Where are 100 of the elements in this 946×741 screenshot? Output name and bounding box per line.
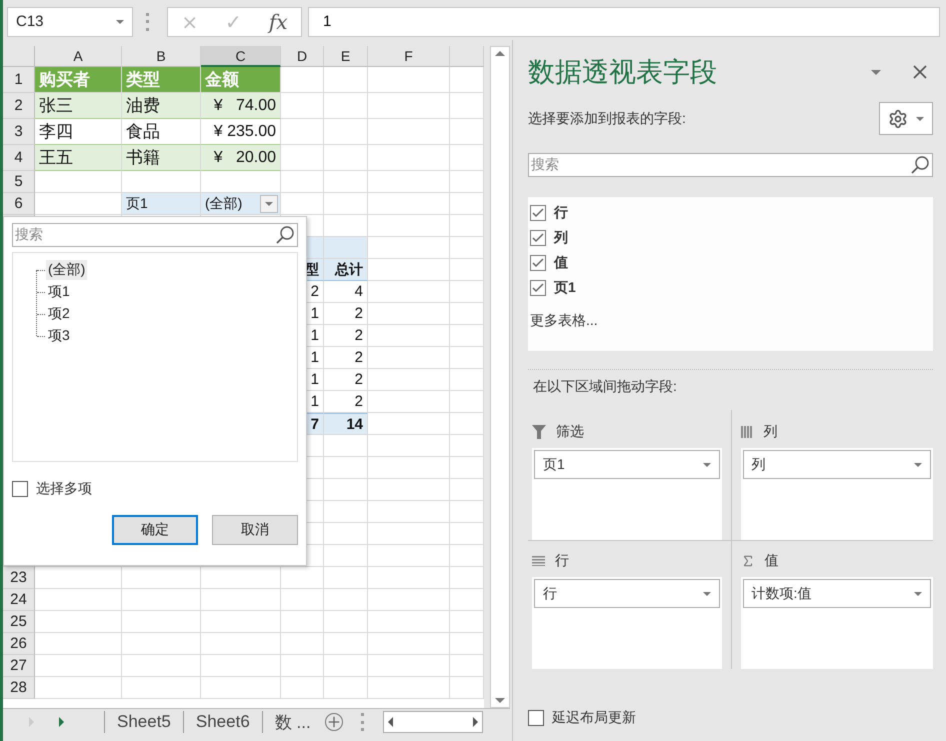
row-header[interactable]: 2 [3, 93, 35, 119]
empty-cell[interactable] [324, 567, 368, 589]
empty-cell[interactable] [324, 93, 368, 119]
add-sheet-icon[interactable] [324, 713, 343, 731]
sheet-tab[interactable]: Sheet5 [104, 711, 183, 733]
empty-cell[interactable] [450, 369, 484, 391]
empty-cell[interactable] [324, 545, 368, 567]
empty-cell[interactable] [368, 119, 450, 145]
empty-cell[interactable] [368, 193, 450, 215]
row-header[interactable]: 6 [3, 193, 35, 215]
empty-cell[interactable] [368, 347, 450, 369]
name-box[interactable]: C13 [7, 6, 133, 36]
empty-cell[interactable] [368, 545, 450, 567]
empty-cell[interactable] [450, 193, 484, 215]
empty-cell[interactable] [324, 171, 368, 193]
empty-cell[interactable] [281, 171, 324, 193]
empty-cell[interactable] [122, 677, 201, 699]
caret-icon[interactable] [871, 70, 881, 74]
row-header[interactable]: 27 [3, 655, 35, 677]
tree-item[interactable]: 项2 [46, 304, 72, 324]
field-chip[interactable]: 列 [742, 450, 931, 479]
empty-cell[interactable] [324, 67, 368, 93]
vertical-scrollbar[interactable] [490, 46, 510, 708]
empty-cell[interactable] [450, 237, 484, 259]
formula-field[interactable]: 1 [308, 6, 940, 36]
empty-cell[interactable] [122, 655, 201, 677]
empty-cell[interactable] [368, 457, 450, 479]
empty-cell[interactable] [450, 501, 484, 523]
column-header[interactable]: A [35, 46, 122, 67]
empty-cell[interactable] [324, 193, 368, 215]
empty-cell[interactable] [368, 281, 450, 303]
checkbox[interactable] [530, 204, 546, 220]
empty-cell[interactable] [368, 633, 450, 655]
tree-item[interactable]: 项1 [46, 282, 72, 302]
empty-cell[interactable] [450, 545, 484, 567]
empty-cell[interactable] [324, 589, 368, 611]
empty-cell[interactable] [201, 677, 281, 699]
row-header[interactable]: 5 [3, 171, 35, 193]
row-header[interactable]: 26 [3, 633, 35, 655]
empty-cell[interactable] [450, 67, 484, 93]
empty-cell[interactable] [368, 215, 450, 237]
empty-cell[interactable] [450, 325, 484, 347]
field-chip[interactable]: 页1 [534, 450, 720, 479]
empty-cell[interactable] [324, 479, 368, 501]
empty-cell[interactable] [450, 611, 484, 633]
empty-cell[interactable] [368, 479, 450, 501]
empty-cell[interactable] [324, 677, 368, 699]
empty-cell[interactable] [368, 501, 450, 523]
empty-cell[interactable] [450, 523, 484, 545]
empty-cell[interactable] [450, 171, 484, 193]
more-tables-link[interactable]: 更多表格... [530, 312, 931, 330]
column-header[interactable]: D [281, 46, 324, 67]
next-sheet-icon[interactable] [59, 717, 64, 727]
previous-sheet-icon[interactable] [29, 717, 34, 727]
empty-cell[interactable] [324, 119, 368, 145]
empty-cell[interactable] [450, 435, 484, 457]
empty-cell[interactable] [281, 119, 324, 145]
empty-cell[interactable] [450, 281, 484, 303]
empty-cell[interactable] [122, 567, 201, 589]
empty-cell[interactable] [450, 145, 484, 171]
empty-cell[interactable] [368, 523, 450, 545]
empty-cell[interactable] [450, 413, 484, 435]
row-header[interactable]: 1 [3, 67, 35, 93]
empty-cell[interactable] [450, 457, 484, 479]
insert-function-button[interactable]: fx [264, 10, 292, 34]
empty-cell[interactable] [450, 215, 484, 237]
sheet-tab[interactable]: 数 ... [262, 711, 323, 733]
row-header[interactable]: 3 [3, 119, 35, 145]
settings-button[interactable] [879, 102, 933, 135]
empty-cell[interactable] [201, 567, 281, 589]
field-chip[interactable]: 行 [534, 579, 720, 608]
empty-cell[interactable] [201, 589, 281, 611]
horizontal-scrollbar[interactable] [382, 711, 483, 733]
row-header[interactable]: 28 [3, 677, 35, 699]
empty-cell[interactable] [122, 589, 201, 611]
empty-cell[interactable] [122, 633, 201, 655]
empty-cell[interactable] [281, 567, 324, 589]
empty-cell[interactable] [368, 93, 450, 119]
column-header[interactable]: E [324, 46, 368, 67]
filter-dropdown-button[interactable] [260, 195, 278, 213]
empty-cell[interactable] [368, 655, 450, 677]
search-field[interactable]: 搜索 [12, 223, 298, 247]
empty-cell[interactable] [324, 655, 368, 677]
search-field[interactable]: 搜索 [528, 153, 933, 177]
empty-cell[interactable] [450, 119, 484, 145]
column-header[interactable]: F [368, 46, 450, 67]
empty-cell[interactable] [201, 633, 281, 655]
empty-cell[interactable] [324, 501, 368, 523]
empty-cell[interactable] [324, 457, 368, 479]
empty-cell[interactable] [281, 633, 324, 655]
empty-cell[interactable] [368, 145, 450, 171]
empty-cell[interactable] [324, 633, 368, 655]
empty-cell[interactable] [450, 479, 484, 501]
empty-cell[interactable] [122, 611, 201, 633]
column-header[interactable] [450, 46, 484, 67]
empty-cell[interactable] [368, 391, 450, 413]
row-header[interactable]: 25 [3, 611, 35, 633]
empty-cell[interactable] [368, 611, 450, 633]
row-header[interactable]: 24 [3, 589, 35, 611]
empty-cell[interactable] [450, 93, 484, 119]
